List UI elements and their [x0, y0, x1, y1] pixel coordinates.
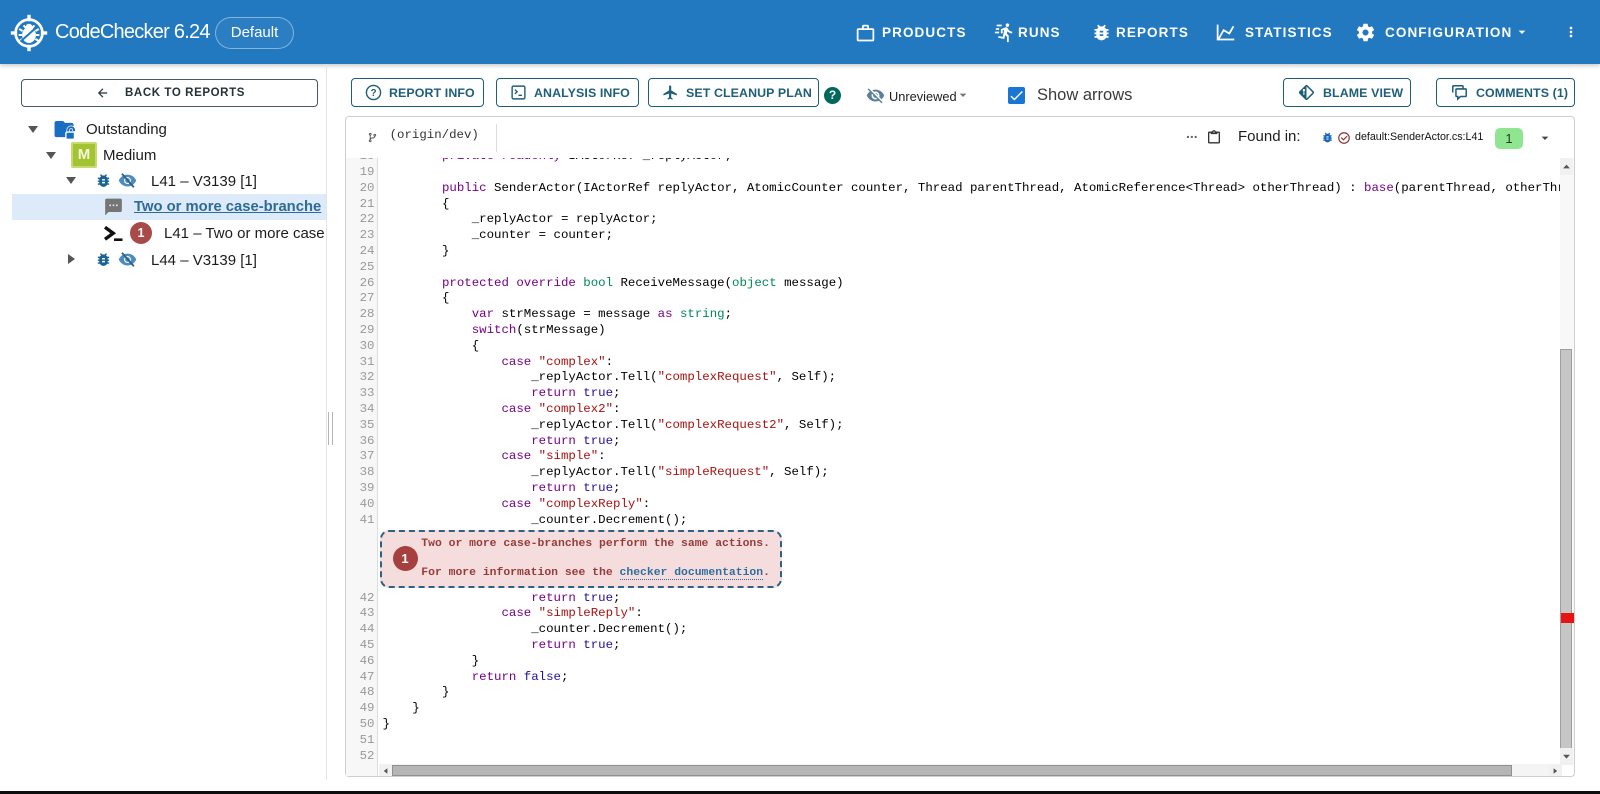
svg-text:?: ? — [370, 88, 376, 99]
